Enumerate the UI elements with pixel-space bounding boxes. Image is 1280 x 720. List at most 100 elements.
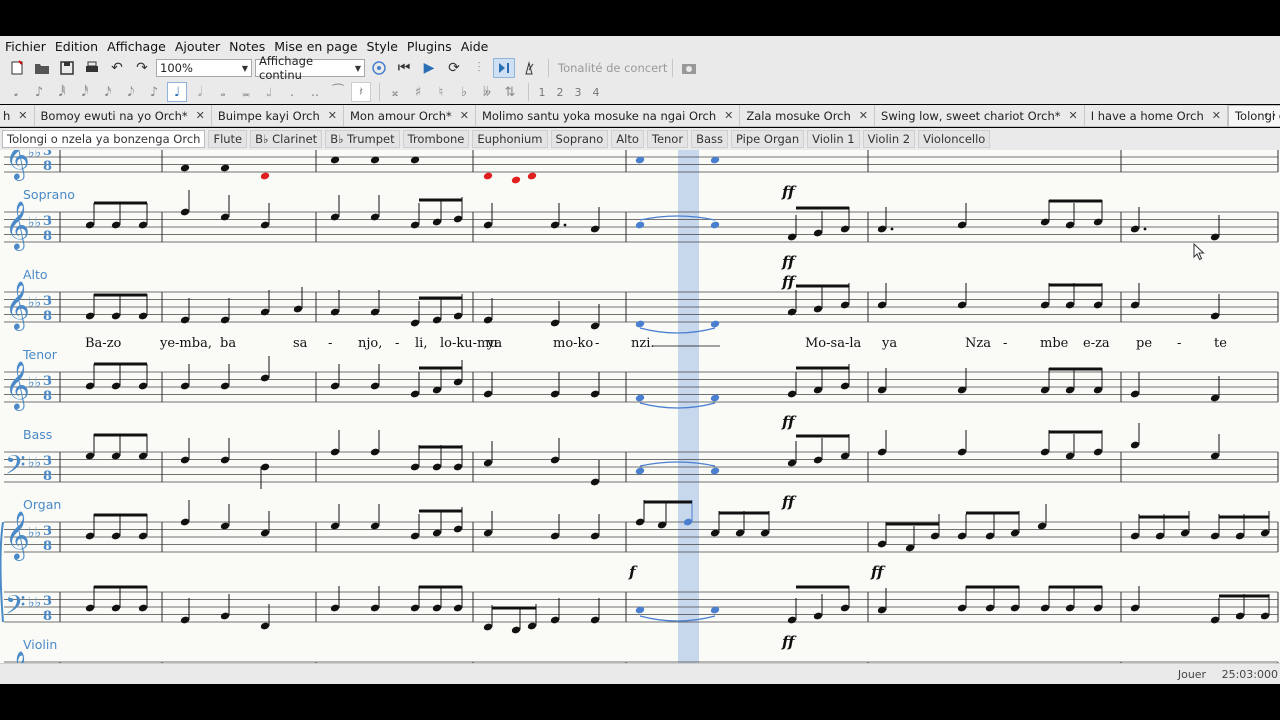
rhythm-icon[interactable]: ♪: [29, 82, 49, 102]
part-tab[interactable]: Tenor: [646, 130, 689, 148]
toolbar-separator: [379, 83, 380, 101]
part-tab[interactable]: Pipe Organ: [731, 130, 805, 148]
key-signature: ♭♭: [28, 595, 41, 611]
zoom-select[interactable]: 100% ▼: [156, 59, 252, 77]
voice-4-button[interactable]: 4: [588, 86, 604, 99]
menu-aide[interactable]: Aide: [461, 39, 489, 54]
part-tab[interactable]: Violoncello: [918, 130, 991, 148]
voice-3-button[interactable]: 3: [570, 86, 586, 99]
time-signature-top: 3: [43, 454, 52, 469]
double-dot-icon[interactable]: ..: [305, 82, 325, 102]
open-folder-icon[interactable]: [31, 58, 53, 78]
part-tab[interactable]: Soprano: [550, 130, 609, 148]
part-tab[interactable]: B♭ Clarinet: [250, 130, 323, 148]
score-tab[interactable]: Bomoy ewuti na yo Orch* ✕: [35, 105, 212, 126]
part-tab-score[interactable]: Tolongi o nzela ya bonzenga Orch: [2, 130, 206, 148]
print-icon[interactable]: [81, 58, 103, 78]
score-tab[interactable]: h ✕: [0, 105, 35, 126]
score-tab[interactable]: Swing low, sweet chariot Orch* ✕: [875, 105, 1085, 126]
close-icon[interactable]: ✕: [328, 109, 337, 122]
rest-icon[interactable]: 𝄽: [351, 82, 371, 102]
menu-ajouter[interactable]: Ajouter: [175, 39, 220, 54]
score-tab[interactable]: Mon amour Orch* ✕: [344, 105, 476, 126]
tie-icon[interactable]: ⁀: [328, 82, 348, 102]
concert-pitch-toggle[interactable]: Tonalité de concert: [558, 61, 667, 75]
score-tab[interactable]: I have a home Orch ✕: [1085, 105, 1228, 126]
camera-icon[interactable]: [678, 58, 700, 78]
double-sharp-icon[interactable]: 𝄪: [385, 82, 405, 102]
score-canvas[interactable]: 𝄞♭♭38𝄞♭♭38𝄞♭♭38𝄞♭♭38𝄢♭♭38𝄞♭♭38𝄢♭♭38𝄞♭♭38…: [0, 150, 1280, 663]
close-icon[interactable]: ✕: [196, 109, 205, 122]
note-64th-icon[interactable]: 𝅘𝅥𝅱: [52, 82, 72, 102]
menu-edition[interactable]: Edition: [55, 39, 98, 54]
close-icon[interactable]: ✕: [460, 109, 469, 122]
score-tab[interactable]: Zala mosuke Orch ✕: [740, 105, 876, 126]
time-signature-bottom: 8: [43, 469, 52, 484]
rewind-icon[interactable]: ⏮: [393, 58, 415, 78]
menu-affichage[interactable]: Affichage: [107, 39, 166, 54]
note-input-mode-icon[interactable]: 𝅘: [6, 82, 26, 102]
part-tab[interactable]: Bass: [691, 130, 728, 148]
close-icon[interactable]: ✕: [1069, 109, 1078, 122]
part-tab[interactable]: Violin 1: [807, 130, 860, 148]
menu-notes[interactable]: Notes: [229, 39, 265, 54]
menu-style[interactable]: Style: [367, 39, 398, 54]
flip-direction-icon[interactable]: ⇅: [500, 82, 520, 102]
menu-plugins[interactable]: Plugins: [407, 39, 452, 54]
double-flat-icon[interactable]: 𝄫: [477, 82, 497, 102]
breve-icon[interactable]: 𝅜: [236, 82, 256, 102]
whole-note-icon[interactable]: 𝅝: [213, 82, 233, 102]
part-tab-bar: Tolongi o nzela ya bonzenga Orch Flute B…: [0, 128, 1280, 150]
lyric-syllable: Mo-sa-la: [805, 336, 862, 351]
pan-score-icon[interactable]: [493, 58, 515, 78]
play-icon[interactable]: ▶: [418, 58, 440, 78]
note-32nd-icon[interactable]: 𝅘𝅥𝅰: [75, 82, 95, 102]
part-tab[interactable]: Euphonium: [472, 130, 548, 148]
key-signature: ♭♭: [28, 525, 41, 541]
playback-panel-icon[interactable]: [368, 58, 390, 78]
menu-mise-en-page[interactable]: Mise en page: [274, 39, 357, 54]
score-notation[interactable]: 𝄞♭♭38𝄞♭♭38𝄞♭♭38𝄞♭♭38𝄢♭♭38𝄞♭♭38𝄢♭♭38𝄞♭♭38…: [0, 150, 1280, 663]
quarter-note-icon[interactable]: ♩: [167, 82, 187, 102]
part-tab[interactable]: B♭ Trumpet: [325, 130, 400, 148]
voice-2-button[interactable]: 2: [552, 86, 568, 99]
part-tab[interactable]: Trombone: [402, 130, 470, 148]
undo-icon[interactable]: ↶: [106, 58, 128, 78]
natural-icon[interactable]: ♮: [431, 82, 451, 102]
flat-icon[interactable]: ♭: [454, 82, 474, 102]
time-signature-top: 3: [43, 594, 52, 609]
note-8th-icon[interactable]: 𝅘𝅥𝅮: [121, 82, 141, 102]
score-tab[interactable]: Molimo santu yoka mosuke na ngai Orch ✕: [476, 105, 741, 126]
note-16th-icon[interactable]: 𝅘𝅥𝅯: [98, 82, 118, 102]
menu-bar: Fichier Edition Affichage Ajouter Notes …: [0, 36, 1280, 56]
tab-label: I have a home Orch: [1090, 108, 1204, 123]
lyric-syllable: te: [1214, 336, 1227, 351]
dynamic-ff: ff: [781, 183, 797, 201]
tab-label: Bomoy ewuti na yo Orch*: [40, 108, 188, 123]
view-mode-select[interactable]: Affichage continu ▼: [255, 54, 365, 82]
score-tab[interactable]: Buimpe kayi Orch ✕: [212, 105, 344, 126]
part-tab[interactable]: Violin 2: [862, 130, 916, 148]
time-signature-top: 3: [43, 374, 52, 389]
close-icon[interactable]: ✕: [1212, 109, 1221, 122]
redo-icon[interactable]: ↷: [131, 58, 153, 78]
save-icon[interactable]: [56, 58, 78, 78]
voice-1-button[interactable]: 1: [534, 86, 550, 99]
metronome-icon[interactable]: [518, 58, 540, 78]
part-tab[interactable]: Alto: [611, 130, 644, 148]
eighth-note-icon[interactable]: ♪: [144, 82, 164, 102]
close-icon[interactable]: ✕: [18, 109, 27, 122]
tab-scroll-arrows-icon[interactable]: ‹ ›: [1264, 108, 1276, 121]
treble-clef-icon: 𝄞: [5, 150, 30, 181]
close-icon[interactable]: ✕: [724, 109, 733, 122]
menu-fichier[interactable]: Fichier: [5, 39, 46, 54]
longa-icon[interactable]: 𝆷: [259, 82, 279, 102]
new-score-icon[interactable]: [6, 58, 28, 78]
loop-icon[interactable]: ⟳: [443, 58, 465, 78]
sharp-icon[interactable]: ♯: [408, 82, 428, 102]
half-note-icon[interactable]: 𝅗𝅥: [190, 82, 210, 102]
part-tab[interactable]: Flute: [208, 130, 248, 148]
close-icon[interactable]: ✕: [859, 109, 868, 122]
dot-icon[interactable]: .: [282, 82, 302, 102]
repeat-icon[interactable]: ⫶: [468, 58, 490, 78]
